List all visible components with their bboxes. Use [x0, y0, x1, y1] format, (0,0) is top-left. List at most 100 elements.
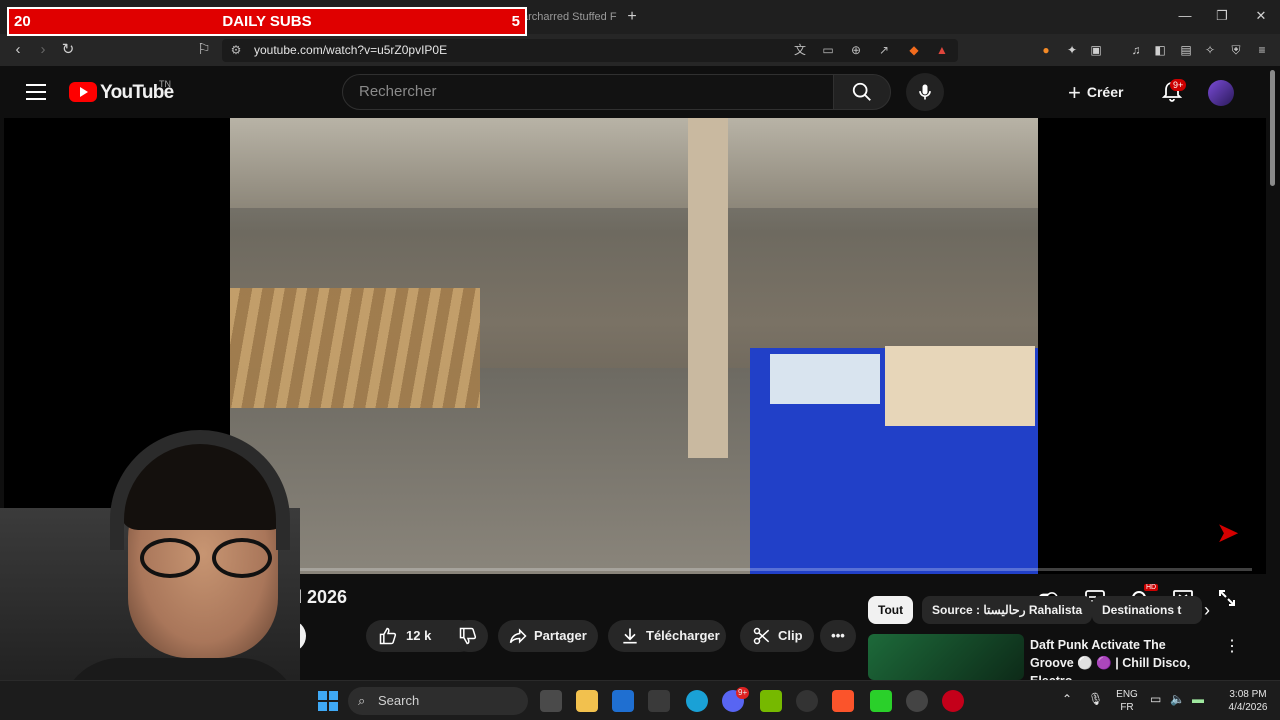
- browser-tab[interactable]: archarred Stuffed F: [522, 6, 622, 28]
- glasses-left-icon: [140, 538, 200, 578]
- panel-icon[interactable]: ◧: [1152, 42, 1168, 58]
- page-scrollbar[interactable]: [1266, 68, 1280, 680]
- reload-icon[interactable]: ↻: [58, 40, 78, 60]
- search-input[interactable]: Rechercher: [342, 74, 834, 110]
- search-placeholder: Rechercher: [359, 83, 437, 100]
- language-top[interactable]: ENG: [1114, 689, 1140, 701]
- video-scene-icebox: [770, 354, 880, 404]
- clock-time[interactable]: 3:08 PM: [1218, 689, 1278, 701]
- extension-icon[interactable]: ●: [1038, 42, 1054, 58]
- red-arrow-icon: ➤: [1216, 517, 1240, 548]
- download-icon: [623, 628, 637, 644]
- back-icon[interactable]: ‹: [8, 40, 28, 60]
- site-settings-icon[interactable]: ⚙: [228, 42, 244, 58]
- share-button[interactable]: Partager: [498, 620, 598, 652]
- translate-icon[interactable]: 文: [792, 42, 808, 58]
- tray-chevron-icon[interactable]: ⌃: [1062, 693, 1072, 705]
- clip-label: Clip: [778, 628, 803, 643]
- streaming-app-icon[interactable]: [870, 690, 892, 712]
- cast-icon[interactable]: ▭: [820, 42, 836, 58]
- more-horizontal-icon: •••: [831, 628, 845, 643]
- glasses-right-icon: [212, 538, 272, 578]
- chip-source[interactable]: Source : رحاليستا Rahalista: [922, 596, 1093, 624]
- scrollbar-thumb[interactable]: [1270, 70, 1275, 186]
- plus-icon: +: [1068, 80, 1081, 106]
- chevron-right-icon[interactable]: ›: [1204, 600, 1210, 621]
- tray-mic-icon[interactable]: 🎙: [1088, 693, 1103, 705]
- language-bottom[interactable]: FR: [1114, 702, 1140, 714]
- clip-button[interactable]: Clip: [740, 620, 814, 652]
- create-button[interactable]: + Créer: [1068, 78, 1123, 106]
- store-icon[interactable]: [612, 690, 634, 712]
- daily-subs-right-count: 5: [511, 13, 520, 30]
- related-filter-chips: Tout Source : رحاليستا Rahalista Destina…: [868, 596, 1238, 626]
- controller-icon[interactable]: [906, 690, 928, 712]
- chip-all[interactable]: Tout: [868, 596, 914, 624]
- forward-icon[interactable]: ›: [33, 40, 53, 60]
- edge-icon[interactable]: [686, 690, 708, 712]
- video-scene-tables: [230, 288, 480, 408]
- like-count: 12 k: [406, 628, 432, 643]
- extensions-icon[interactable]: ✦: [1064, 42, 1080, 58]
- voice-search-button[interactable]: [906, 73, 944, 111]
- webcam-overlay: [0, 428, 300, 720]
- file-explorer-icon[interactable]: [576, 690, 598, 712]
- nvidia-icon[interactable]: [760, 690, 782, 712]
- taskbar-search[interactable]: ⌕ Search: [348, 687, 528, 715]
- opera-icon[interactable]: [942, 690, 964, 712]
- video-scene-pillar: [688, 118, 728, 458]
- app-icon[interactable]: [648, 690, 670, 712]
- more-actions-button[interactable]: •••: [820, 620, 856, 652]
- share-icon[interactable]: ↗: [876, 42, 892, 58]
- media-icon[interactable]: ♫: [1128, 42, 1144, 58]
- share-label: Partager: [534, 628, 587, 643]
- dislike-button[interactable]: [452, 620, 488, 652]
- headphones-icon: [110, 430, 290, 550]
- download-button[interactable]: Télécharger: [608, 620, 726, 652]
- hd-badge: HD: [1144, 584, 1159, 591]
- url-text: youtube.com/watch?v=u5rZ0pvIP0E: [254, 43, 448, 57]
- thumbs-down-icon: [459, 627, 477, 645]
- sidebar-icon[interactable]: ▣: [1088, 42, 1104, 58]
- thumbs-up-icon: [379, 627, 397, 645]
- battery-icon[interactable]: ▬: [1192, 693, 1204, 705]
- vpn-icon[interactable]: ⛨: [1228, 42, 1244, 58]
- windows-start-icon[interactable]: [318, 691, 338, 711]
- new-tab-button[interactable]: +: [624, 6, 640, 28]
- scissors-icon: [753, 627, 770, 645]
- avatar[interactable]: [1208, 80, 1234, 106]
- more-vertical-icon[interactable]: ⋮: [1224, 636, 1240, 656]
- search-button[interactable]: [833, 74, 891, 110]
- chip-destinations[interactable]: Destinations t: [1092, 596, 1202, 624]
- brave-rewards-icon[interactable]: ▲: [934, 42, 950, 58]
- taskbar-search-label: Search: [378, 693, 420, 708]
- windows-taskbar: ⌕ Search 9+ ⌃ 🎙 ENG FR ▭ 🔈 ▬ 3:08 PM 4/4…: [0, 680, 1280, 720]
- notification-badge: 9+: [1170, 79, 1187, 91]
- microphone-icon: [919, 84, 931, 100]
- video-scene-roof: [230, 118, 1038, 208]
- discord-badge: 9+: [736, 687, 750, 699]
- leo-ai-icon[interactable]: ✧: [1202, 42, 1218, 58]
- menu-icon[interactable]: ≡: [1254, 42, 1270, 58]
- brave-icon[interactable]: [832, 690, 854, 712]
- task-view-icon[interactable]: [540, 690, 562, 712]
- minimize-icon[interactable]: —: [1175, 6, 1195, 26]
- maximize-icon[interactable]: ❐: [1212, 6, 1232, 26]
- network-icon[interactable]: ▭: [1150, 693, 1161, 705]
- clock-date[interactable]: 4/4/2026: [1218, 702, 1278, 714]
- close-icon[interactable]: ✕: [1251, 6, 1271, 26]
- brave-shields-icon[interactable]: ◆: [906, 42, 922, 58]
- wallet-icon[interactable]: ▤: [1178, 42, 1194, 58]
- obs-icon[interactable]: [796, 690, 818, 712]
- zoom-icon[interactable]: ⊕: [848, 42, 864, 58]
- taskbar-search-icon: ⌕: [358, 693, 366, 708]
- address-bar[interactable]: ⚙ youtube.com/watch?v=u5rZ0pvIP0E 文 ▭ ⊕ …: [222, 39, 958, 62]
- share-arrow-icon: [509, 628, 527, 644]
- bookmark-icon[interactable]: ⚐: [194, 40, 214, 60]
- guide-menu-icon[interactable]: [26, 84, 46, 100]
- recommendation-thumbnail[interactable]: [868, 634, 1024, 680]
- download-label: Télécharger: [646, 628, 720, 643]
- create-label: Créer: [1086, 84, 1124, 100]
- volume-icon[interactable]: 🔈: [1170, 693, 1185, 705]
- video-frame[interactable]: [230, 118, 1038, 574]
